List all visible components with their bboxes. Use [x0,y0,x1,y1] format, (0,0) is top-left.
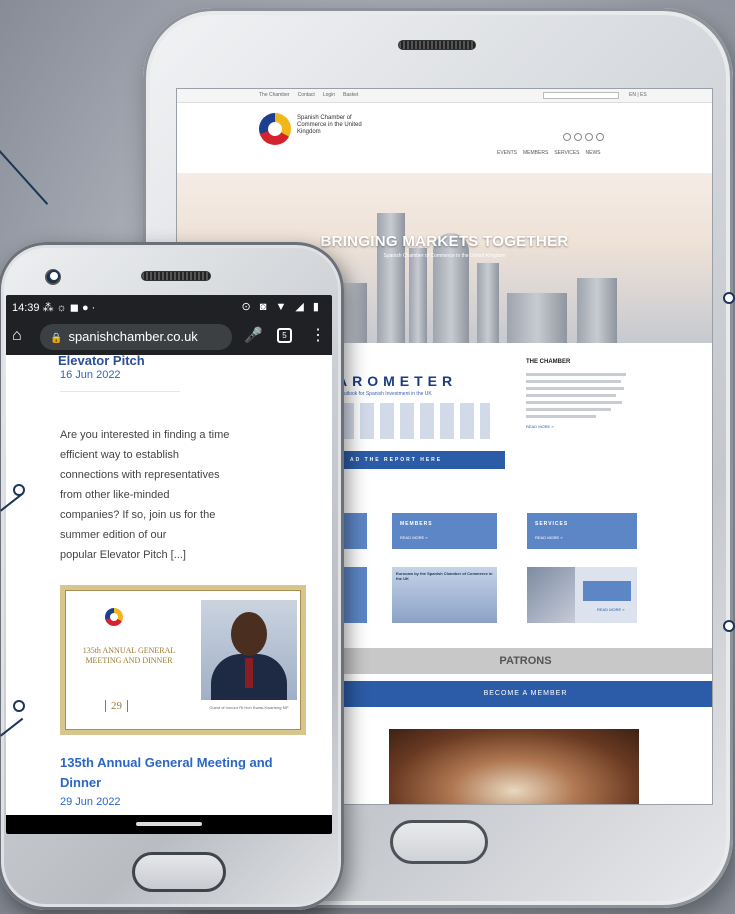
browser-toolbar: ⌂ 🔒 spanishchamber.co.uk 🎤 5 ⋮ [6,319,332,355]
services-card-title: SERVICES [535,521,569,527]
excerpt-line: companies? If so, join us for the [60,509,216,521]
eurocam-thumbnail[interactable]: Eurocam by the Spanish Chamber of Commer… [392,567,497,623]
callout-dot [723,292,735,304]
lock-icon: 🔒 [50,333,63,344]
site-nav: EVENTS MEMBERS SERVICES NEWS [497,150,601,156]
excerpt-line: popular Elevator Pitch [...] [60,549,186,561]
page-content: Elevator Pitch 16 Jun 2022 Are you inter… [6,353,332,808]
hero-skyline [507,293,567,343]
sponsor-logos [340,403,490,439]
gala-dinner-photo [389,729,639,804]
excerpt-line: connections with representatives [60,469,220,481]
url-text: spanishchamber.co.uk [68,329,198,344]
excerpt-line: from other like-minded [60,489,170,501]
toplink-contact[interactable]: Contact [298,92,315,98]
twitter-icon[interactable] [574,133,582,141]
members-card-more[interactable]: READ MORE » [400,535,489,540]
microphone-icon[interactable]: 🎤 [244,326,263,344]
gesture-bar[interactable] [6,815,332,834]
phone-screen: 14:39 ⁂ ☼ ◼ ● · ⊙ ◙ ▼ ◢ ▮ ⌂ 🔒 spanishcham… [6,295,332,834]
guest-portrait [201,600,297,700]
divider [60,391,180,392]
chamber-readmore[interactable]: READ MORE » [526,424,626,429]
barometer-subtitle: Outlook for Spanish Investment in the UK [340,391,432,397]
language-switch[interactable]: EN | ES [629,92,647,98]
status-time: 14:39 [12,302,40,314]
barometer-title: AROMETER [337,373,458,389]
tablet-home-button[interactable] [390,820,488,864]
tablet-speaker [398,40,476,50]
status-notifications-icon: ⁂ ☼ ◼ ● · [42,302,96,314]
chamber-heading: THE CHAMBER [526,359,571,365]
thumb-more[interactable]: READ MORE » [597,607,625,612]
phone-speaker [141,271,211,281]
phone-device: 14:39 ⁂ ☼ ◼ ● · ⊙ ◙ ▼ ◢ ▮ ⌂ 🔒 spanishcham… [0,242,344,910]
download-report-button[interactable]: AD THE REPORT HERE [340,451,505,469]
toplink-login[interactable]: Login [323,92,335,98]
callout-line [0,150,49,205]
article-title-link[interactable]: 135th Annual General Meeting and Dinner [60,753,310,793]
services-card-more[interactable]: READ MORE » [535,535,629,540]
article-date: 16 Jun 2022 [60,369,121,381]
home-icon[interactable]: ⌂ [12,327,22,345]
site-topbar: The Chamber Contact Login Basket EN | ES [177,89,712,103]
nav-events[interactable]: EVENTS [497,150,517,156]
site-header: Spanish Chamber of Commerce in the Unite… [177,103,712,173]
services-card[interactable]: SERVICES READ MORE » [527,513,637,549]
nav-members[interactable]: MEMBERS [523,150,548,156]
toplink-chamber[interactable]: The Chamber [259,92,290,98]
social-icons [563,133,604,141]
hero-skyline [577,278,617,343]
chamber-column: THE CHAMBER READ MORE » [526,359,626,429]
invite-title: 135th ANNUAL GENERAL MEETING AND DINNER [82,646,176,665]
more-options-icon[interactable]: ⋮ [310,325,326,345]
address-bar[interactable]: 🔒 spanishchamber.co.uk [40,324,232,350]
excerpt-line: Are you interested in finding a time [60,429,230,441]
chamber-text [526,373,626,418]
toplink-basket[interactable]: Basket [343,92,358,98]
callout-dot [13,484,25,496]
thumb-image [527,567,575,623]
phone-home-button[interactable] [132,852,226,892]
excerpt-line: summer edition of our [60,529,167,541]
callout-dot [48,270,60,282]
linkedin-icon[interactable] [585,133,593,141]
logo-text: Spanish Chamber of Commerce in the Unite… [297,115,362,135]
nav-services[interactable]: SERVICES [554,150,579,156]
instagram-icon[interactable] [596,133,604,141]
portrait-tie [245,658,253,688]
site-search-input[interactable] [543,92,619,99]
portrait-head [231,612,267,656]
site-toplinks: The Chamber Contact Login Basket [259,92,358,98]
members-card[interactable]: MEMBERS READ MORE » [392,513,497,549]
agm-invitation-image[interactable]: 135th ANNUAL GENERAL MEETING AND DINNER … [60,585,306,735]
facebook-icon[interactable] [563,133,571,141]
eurocam-label: Eurocam by the Spanish Chamber of Commer… [396,571,493,581]
members-card-title: MEMBERS [400,521,433,527]
nav-news[interactable]: NEWS [586,150,601,156]
hero-skyline [409,248,427,343]
services-thumbnail[interactable]: READ MORE » [527,567,637,623]
invite-caption: Guest of honour Rt Hon Kwasi Kwarteng MP [209,705,289,710]
status-bar: 14:39 ⁂ ☼ ◼ ● · ⊙ ◙ ▼ ◢ ▮ [6,295,332,319]
callout-dot [13,700,25,712]
thumb-banner [583,581,631,601]
chamber-logo[interactable] [259,113,291,145]
hero-skyline [477,263,499,343]
article-excerpt: Are you interested in finding a time eff… [60,425,280,565]
excerpt-line: efficient way to establish [60,449,180,461]
status-icons: ⊙ ◙ ▼ ◢ ▮ [241,301,322,313]
chamber-logo-icon [105,608,123,626]
article-title-cut[interactable]: Elevator Pitch [58,353,145,368]
invite-date: 29 [105,700,128,712]
tabs-icon[interactable]: 5 [277,328,292,343]
callout-dot [723,620,735,632]
article-date-2: 29 Jun 2022 [60,796,121,808]
